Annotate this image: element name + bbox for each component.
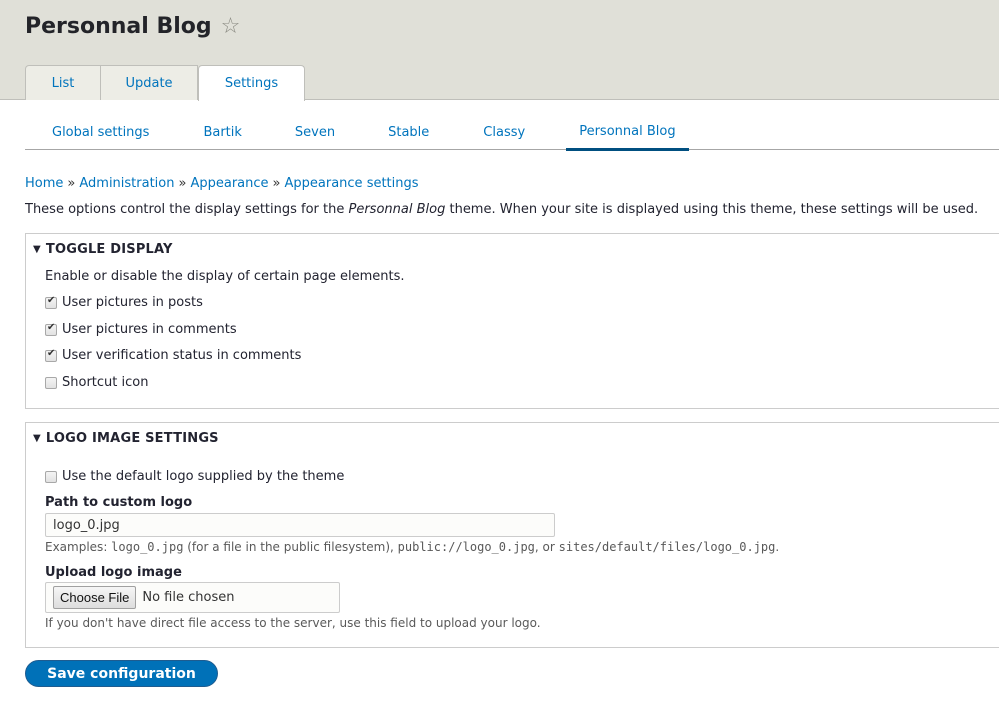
tab-settings[interactable]: Settings: [198, 65, 305, 101]
description-theme-name: Personnal Blog: [348, 202, 446, 217]
checkbox-checked[interactable]: [45, 348, 57, 362]
breadcrumb-separator: »: [67, 176, 76, 191]
description-text: These options control the display settin…: [25, 202, 349, 217]
option-default-logo[interactable]: Use the default logo supplied by the the…: [45, 469, 344, 484]
upload-logo-label: Upload logo image: [45, 565, 182, 580]
page-description: These options control the display settin…: [25, 202, 978, 217]
toggle-display-summary[interactable]: ▼ Toggle display: [33, 242, 173, 257]
page-title: Personnal Blog ☆: [25, 14, 240, 39]
checkbox-unchecked[interactable]: [45, 470, 57, 483]
breadcrumb-appearance-settings[interactable]: Appearance settings: [285, 176, 419, 191]
upload-logo-input[interactable]: Choose File No file chosen: [45, 582, 340, 613]
triangle-down-icon: ▼: [33, 433, 41, 444]
primary-tabs: List Update Settings: [25, 65, 305, 101]
help-text: .: [775, 540, 780, 554]
option-label: User verification status in comments: [62, 348, 302, 363]
checkbox-unchecked[interactable]: [45, 376, 57, 389]
logo-path-input[interactable]: [45, 513, 555, 537]
help-text: Examples:: [45, 540, 112, 554]
toggle-display-title: Toggle display: [45, 242, 173, 257]
breadcrumb: Home» Administration» Appearance» Appearanc…: [25, 176, 419, 191]
option-label: User pictures in comments: [62, 322, 237, 337]
checkbox-checked[interactable]: [45, 322, 57, 336]
help-code: logo_0.jpg: [111, 540, 184, 554]
tab-bartik[interactable]: Bartik: [176, 114, 268, 150]
option-user-verification-status[interactable]: User verification status in comments: [45, 348, 301, 363]
breadcrumb-separator: »: [272, 176, 281, 191]
breadcrumb-separator: »: [178, 176, 187, 191]
logo-path-help: Examples: logo_0.jpg (for a file in the …: [45, 540, 779, 554]
option-shortcut-icon[interactable]: Shortcut icon: [45, 375, 148, 390]
tab-stable[interactable]: Stable: [361, 114, 456, 150]
star-outline-icon[interactable]: ☆: [221, 15, 241, 38]
option-label: Shortcut icon: [62, 375, 149, 390]
breadcrumb-administration[interactable]: Administration: [79, 176, 174, 191]
help-code: sites/default/files/logo_0.jpg: [558, 540, 776, 554]
tab-list[interactable]: List: [25, 65, 101, 100]
upload-logo-help: If you don't have direct file access to …: [45, 616, 541, 630]
breadcrumb-appearance[interactable]: Appearance: [190, 176, 268, 191]
tab-classy[interactable]: Classy: [456, 114, 552, 150]
help-text: (for a file in the public filesystem),: [183, 540, 398, 554]
checkbox-checked[interactable]: [45, 295, 57, 309]
description-text-end: theme. When your site is displayed using…: [445, 202, 979, 217]
tab-seven[interactable]: Seven: [269, 114, 361, 150]
secondary-tabs: Global settings Bartik Seven Stable Clas…: [25, 114, 999, 151]
tab-global-settings[interactable]: Global settings: [25, 114, 176, 150]
option-label: User pictures in posts: [62, 295, 203, 310]
logo-settings-summary[interactable]: ▼ Logo image settings: [33, 431, 219, 446]
save-configuration-button[interactable]: Save configuration: [25, 660, 218, 687]
option-user-pictures-comments[interactable]: User pictures in comments: [45, 322, 237, 337]
triangle-down-icon: ▼: [33, 244, 41, 255]
page-title-text: Personnal Blog: [25, 14, 212, 39]
help-text: , or: [534, 540, 559, 554]
toggle-display-description: Enable or disable the display of certain…: [45, 269, 405, 284]
tab-update[interactable]: Update: [101, 65, 198, 100]
choose-file-button[interactable]: Choose File: [53, 586, 137, 609]
tab-personnal-blog[interactable]: Personnal Blog: [566, 114, 689, 151]
toggle-display-fieldset: ▼ Toggle display Enable or disable the d…: [25, 233, 999, 409]
logo-settings-fieldset: ▼ Logo image settings Use the default lo…: [25, 422, 999, 648]
option-label: Use the default logo supplied by the the…: [62, 469, 345, 484]
option-user-pictures-posts[interactable]: User pictures in posts: [45, 295, 203, 310]
logo-settings-title: Logo image settings: [45, 431, 219, 446]
page-header: Personnal Blog ☆ List Update Settings: [0, 0, 999, 101]
help-code: public://logo_0.jpg: [397, 540, 535, 554]
logo-path-label: Path to custom logo: [45, 495, 193, 510]
breadcrumb-home[interactable]: Home: [25, 176, 63, 191]
file-status: No file chosen: [142, 590, 235, 605]
